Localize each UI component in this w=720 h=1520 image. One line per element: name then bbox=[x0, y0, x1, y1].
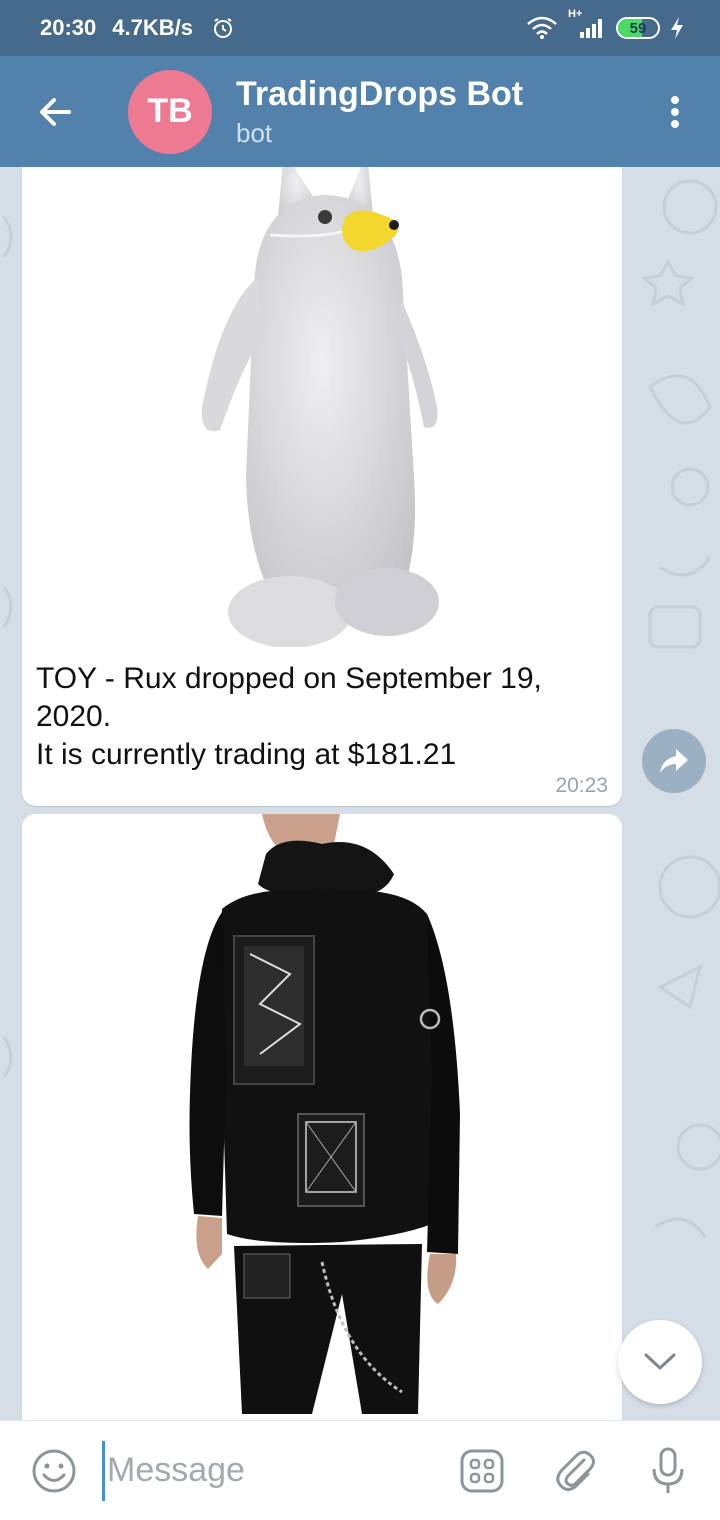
caption-line-1: TOY - Rux dropped on September 19, 2020. bbox=[36, 662, 542, 733]
bot-keyboard-button[interactable] bbox=[452, 1448, 512, 1494]
hoodie-model-image bbox=[189, 814, 460, 1414]
status-bar: 20:30 4.7KB/s H+ 59 bbox=[0, 0, 720, 56]
alarm-icon bbox=[211, 16, 235, 40]
signal-icon: H+ bbox=[568, 8, 606, 40]
message-bubble[interactable]: TOY - Rux dropped on September 19, 2020.… bbox=[22, 167, 622, 806]
chat-header: TB TradingDrops Bot bot bbox=[0, 56, 720, 167]
charging-icon bbox=[670, 16, 684, 40]
more-options-button[interactable] bbox=[630, 56, 720, 167]
chat-subtitle: bot bbox=[236, 117, 273, 148]
message-caption: TOY - Rux dropped on September 19, 2020.… bbox=[36, 660, 596, 774]
message-input[interactable] bbox=[102, 1440, 422, 1501]
avatar[interactable]: TB bbox=[128, 69, 212, 154]
battery-icon: 59 bbox=[616, 17, 660, 39]
smiley-icon bbox=[32, 1449, 76, 1492]
message-time: 20:23 bbox=[555, 774, 608, 797]
paperclip-icon bbox=[556, 1450, 595, 1491]
chat-title: TradingDrops Bot bbox=[236, 74, 524, 113]
toy-figure-image bbox=[201, 167, 439, 648]
message-composer bbox=[0, 1420, 720, 1520]
microphone-icon bbox=[652, 1447, 684, 1493]
battery-level: 59 bbox=[629, 19, 647, 37]
share-arrow-icon bbox=[660, 749, 688, 773]
network-type: H+ bbox=[568, 8, 583, 20]
voice-record-button[interactable] bbox=[638, 1447, 698, 1495]
arrow-left-icon bbox=[40, 97, 71, 126]
back-button[interactable] bbox=[0, 56, 110, 167]
wifi-icon bbox=[526, 16, 558, 40]
attach-button[interactable] bbox=[546, 1448, 606, 1494]
chat-area[interactable]: TOY - Rux dropped on September 19, 2020.… bbox=[0, 167, 720, 1420]
message-photo[interactable] bbox=[22, 167, 622, 648]
message-bubble[interactable] bbox=[22, 814, 622, 1420]
emoji-button[interactable] bbox=[24, 1448, 84, 1494]
more-vertical-icon bbox=[671, 95, 679, 128]
message-photo[interactable] bbox=[22, 814, 622, 1420]
grid-keyboard-icon bbox=[460, 1449, 504, 1492]
forward-button[interactable] bbox=[642, 729, 706, 793]
network-speed: 4.7KB/s bbox=[112, 15, 193, 40]
status-time: 20:30 bbox=[40, 15, 97, 40]
scroll-down-button[interactable] bbox=[618, 1320, 702, 1404]
chevron-down-icon bbox=[644, 1353, 676, 1370]
caption-line-2: It is currently trading at $181.21 bbox=[36, 738, 457, 771]
chat-info[interactable]: TradingDrops Bot bot bbox=[236, 74, 630, 150]
